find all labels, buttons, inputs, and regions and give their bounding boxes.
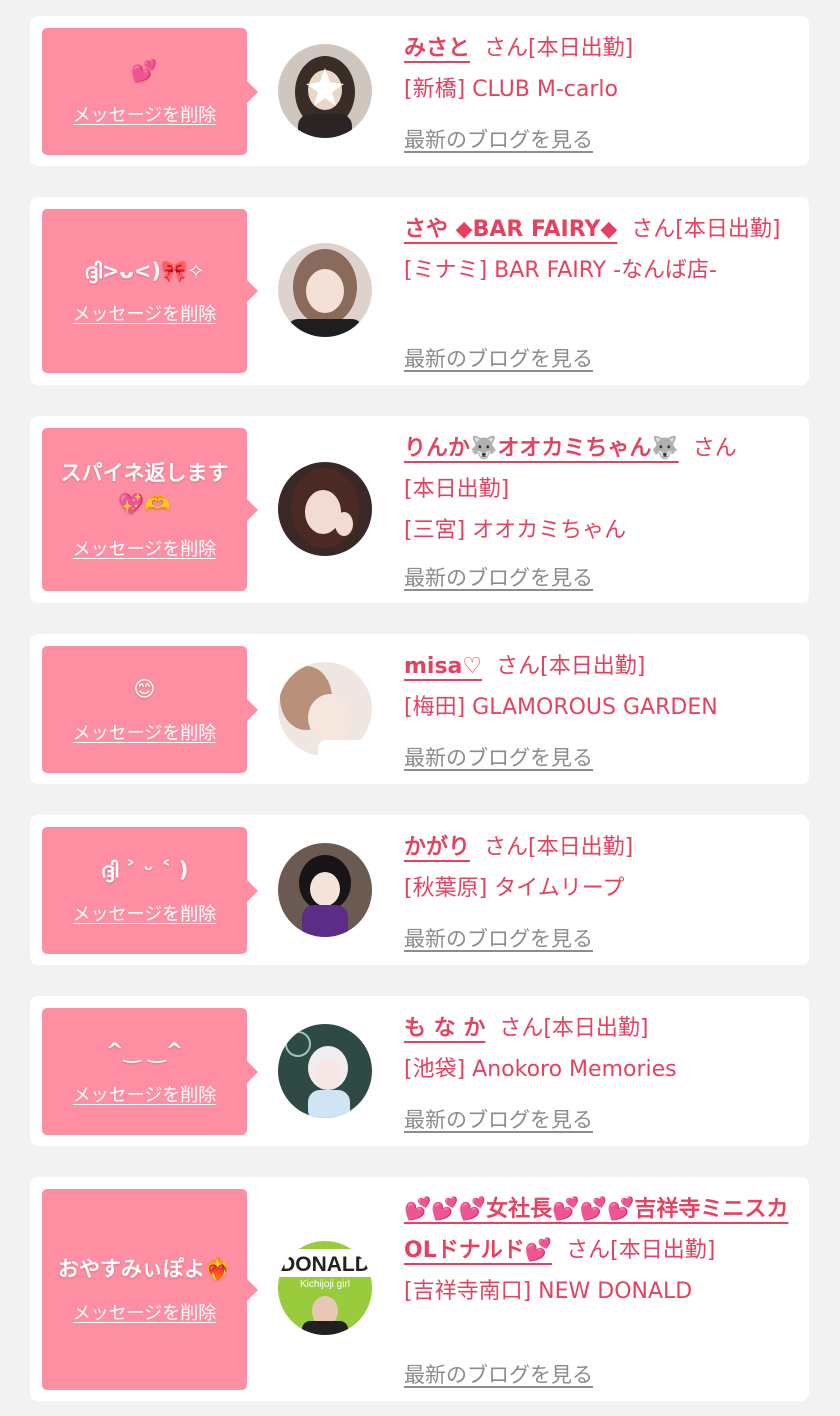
message-card: おやすみぃぽよ❤️‍🔥 メッセージを削除 DONALD Kichijoji gi… bbox=[30, 1177, 809, 1401]
shop-line: [新橋] CLUB M-carlo bbox=[404, 69, 795, 110]
cast-info: misa♡ さん[本日出勤] [梅田] GLAMOROUS GARDEN bbox=[404, 646, 795, 728]
avatar-text: DONALD bbox=[280, 1253, 370, 1276]
cast-name-link[interactable]: さや ◆BAR FAIRY◆ bbox=[404, 217, 617, 242]
message-text: ^‿ ‿^ bbox=[105, 1039, 184, 1064]
latest-blog-link[interactable]: 最新のブログを見る bbox=[404, 1104, 593, 1134]
san-label: さん bbox=[499, 1016, 544, 1041]
message-text: ദ്ദി>ᴗ<)🎀✧ bbox=[84, 258, 205, 283]
area-label: [三宮] bbox=[404, 518, 466, 543]
delete-message-link[interactable]: メッセージを削除 bbox=[73, 1081, 217, 1107]
avatar[interactable]: DONALD Kichijoji girl bbox=[278, 1241, 372, 1335]
cast-info: りんか🐺オオカミちゃん🐺 さん [本日出勤] [三宮] オオカミちゃん bbox=[404, 428, 795, 551]
message-bubble: ദ്ദി ˃ ᵕ ˂ ) メッセージを削除 bbox=[42, 827, 258, 954]
area-label: [ミナミ] bbox=[404, 258, 488, 283]
shop-line: [梅田] GLAMOROUS GARDEN bbox=[404, 687, 795, 728]
shop-name: Anokoro Memories bbox=[472, 1057, 677, 1082]
latest-blog-link[interactable]: 最新のブログを見る bbox=[404, 1359, 593, 1389]
delete-message-link[interactable]: メッセージを削除 bbox=[73, 719, 217, 745]
message-text: おやすみぃぽよ❤️‍🔥 bbox=[57, 1257, 232, 1282]
message-card: ദ്ദി ˃ ᵕ ˂ ) メッセージを削除 かがり さん[本日出勤] [秋葉原] … bbox=[30, 815, 809, 965]
message-bubble: おやすみぃぽよ❤️‍🔥 メッセージを削除 bbox=[42, 1189, 258, 1390]
san-label: さん bbox=[484, 36, 529, 61]
shop-name: タイムリープ bbox=[494, 876, 625, 901]
shop-line: [秋葉原] タイムリープ bbox=[404, 868, 795, 909]
shop-name: BAR FAIRY -なんば店- bbox=[494, 258, 717, 283]
cast-info: 💕💕💕女社長💕💕💕吉祥寺ミニスカOLドナルド💕 さん[本日出勤] [吉祥寺南口] … bbox=[404, 1189, 795, 1312]
status-label: [本日出勤] bbox=[540, 654, 646, 679]
message-text: 💕 bbox=[131, 59, 158, 84]
cast-name-link[interactable]: みさと bbox=[404, 36, 470, 61]
status-label: [本日出勤] bbox=[610, 1238, 716, 1263]
latest-blog-link[interactable]: 最新のブログを見る bbox=[404, 742, 593, 772]
delete-message-link[interactable]: メッセージを削除 bbox=[73, 101, 217, 127]
shop-line: [三宮] オオカミちゃん bbox=[404, 510, 795, 551]
status-label: [本日出勤] bbox=[675, 217, 781, 242]
cast-name-link[interactable]: かがり bbox=[404, 835, 470, 860]
cast-info: さや ◆BAR FAIRY◆ さん[本日出勤] [ミナミ] BAR FAIRY -… bbox=[404, 209, 795, 291]
cast-info: みさと さん[本日出勤] [新橋] CLUB M-carlo bbox=[404, 28, 795, 110]
message-text: 😊 bbox=[133, 677, 156, 702]
shop-line: [ミナミ] BAR FAIRY -なんば店- bbox=[404, 250, 795, 291]
cast-name-link[interactable]: misa♡ bbox=[404, 654, 482, 679]
shop-name: CLUB M-carlo bbox=[472, 77, 618, 102]
san-label: さん bbox=[692, 436, 737, 461]
area-label: [池袋] bbox=[404, 1057, 466, 1082]
san-label: さん bbox=[566, 1238, 611, 1263]
area-label: [新橋] bbox=[404, 77, 466, 102]
cast-info: も な かさん[本日出勤] [池袋] Anokoro Memories bbox=[404, 1008, 795, 1090]
status-label: [本日出勤] bbox=[543, 1016, 649, 1041]
area-label: [吉祥寺南口] bbox=[404, 1279, 532, 1304]
status-line: [本日出勤] bbox=[404, 469, 795, 510]
cast-info: かがり さん[本日出勤] [秋葉原] タイムリープ bbox=[404, 827, 795, 909]
avatar[interactable] bbox=[278, 843, 372, 937]
message-bubble: 💕 メッセージを削除 bbox=[42, 28, 258, 155]
san-label: さん bbox=[631, 217, 676, 242]
message-card: 😊 メッセージを削除 misa♡ さん[本日出勤] [梅田] GLAMOROUS … bbox=[30, 634, 809, 784]
cast-name-link[interactable]: りんか🐺オオカミちゃん🐺 bbox=[404, 436, 679, 461]
message-card: 💕 メッセージを削除 みさと さん[本日出勤] [新橋] CLUB M-carlo… bbox=[30, 16, 809, 166]
area-label: [秋葉原] bbox=[404, 876, 488, 901]
message-bubble: ^‿ ‿^ メッセージを削除 bbox=[42, 1008, 258, 1135]
status-label: [本日出勤] bbox=[528, 835, 634, 860]
latest-blog-link[interactable]: 最新のブログを見る bbox=[404, 343, 593, 373]
status-label: [本日出勤] bbox=[404, 477, 510, 502]
delete-message-link[interactable]: メッセージを削除 bbox=[73, 535, 217, 561]
avatar[interactable] bbox=[278, 1024, 372, 1118]
latest-blog-link[interactable]: 最新のブログを見る bbox=[404, 562, 593, 592]
message-text: ദ്ദി ˃ ᵕ ˂ ) bbox=[100, 858, 189, 883]
shop-name: オオカミちゃん bbox=[472, 518, 627, 543]
san-label: さん bbox=[484, 835, 529, 860]
shop-name: GLAMOROUS GARDEN bbox=[472, 695, 718, 720]
avatar[interactable] bbox=[278, 462, 372, 556]
avatar[interactable] bbox=[278, 243, 372, 337]
status-label: [本日出勤] bbox=[528, 36, 634, 61]
latest-blog-link[interactable]: 最新のブログを見る bbox=[404, 124, 593, 154]
cast-name-link[interactable]: も な か bbox=[404, 1016, 485, 1041]
shop-line: [吉祥寺南口] NEW DONALD bbox=[404, 1271, 795, 1312]
message-bubble: 😊 メッセージを削除 bbox=[42, 646, 258, 773]
delete-message-link[interactable]: メッセージを削除 bbox=[73, 300, 217, 326]
avatar[interactable] bbox=[278, 44, 372, 138]
shop-name: NEW DONALD bbox=[538, 1279, 693, 1304]
message-bubble: スパイネ返します💖🫶 メッセージを削除 bbox=[42, 428, 258, 591]
message-card: ദ്ദി>ᴗ<)🎀✧ メッセージを削除 さや ◆BAR FAIRY◆ さん[本日出… bbox=[30, 197, 809, 385]
delete-message-link[interactable]: メッセージを削除 bbox=[73, 900, 217, 926]
san-label: さん bbox=[496, 654, 541, 679]
avatar-subtext: Kichijoji girl bbox=[300, 1279, 350, 1290]
shop-line: [池袋] Anokoro Memories bbox=[404, 1049, 795, 1090]
message-card: スパイネ返します💖🫶 メッセージを削除 りんか🐺オオカミちゃん🐺 さん [本日出勤… bbox=[30, 416, 809, 603]
delete-message-link[interactable]: メッセージを削除 bbox=[73, 1299, 217, 1325]
latest-blog-link[interactable]: 最新のブログを見る bbox=[404, 923, 593, 953]
message-bubble: ദ്ദി>ᴗ<)🎀✧ メッセージを削除 bbox=[42, 209, 258, 373]
message-card: ^‿ ‿^ メッセージを削除 も な かさん[本日出勤] [池袋] Anokor… bbox=[30, 996, 809, 1146]
message-text: スパイネ返します💖🫶 bbox=[60, 461, 229, 516]
avatar[interactable] bbox=[278, 662, 372, 756]
area-label: [梅田] bbox=[404, 695, 466, 720]
